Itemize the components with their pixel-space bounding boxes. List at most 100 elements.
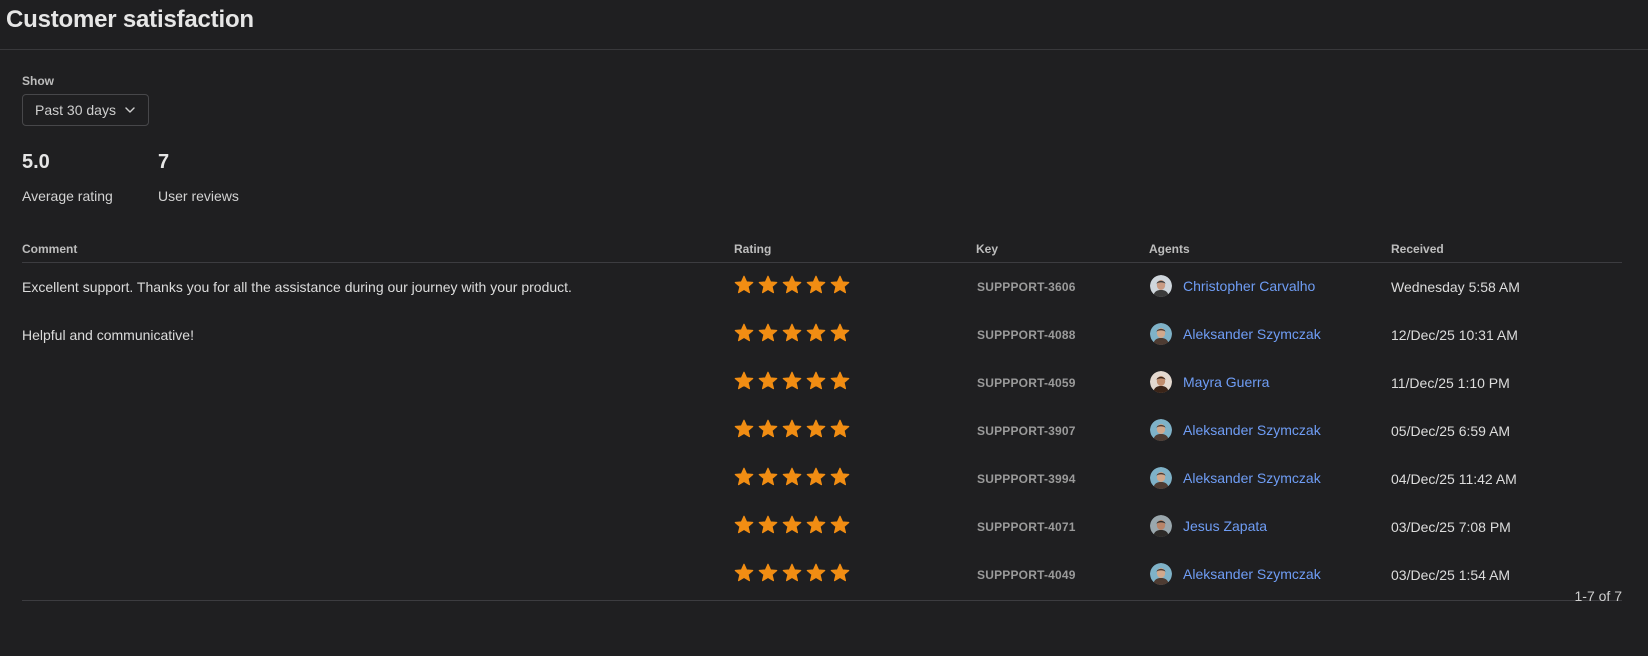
column-header-agents[interactable]: Agents	[1149, 242, 1190, 256]
avatar	[1150, 467, 1172, 489]
table-row[interactable]: SUPPPORT-4059 Mayra Guerra 11/Dec/25 1:10 …	[22, 359, 1622, 407]
star-icon	[782, 467, 802, 486]
table-footer-divider	[22, 600, 1622, 601]
agent-cell: Christopher Carvalho	[1150, 275, 1315, 297]
star-icon	[782, 563, 802, 582]
issue-key: SUPPPORT-4071	[977, 520, 1076, 534]
pagination-label: 1-7 of 7	[1574, 588, 1622, 604]
star-icon	[782, 419, 802, 438]
avatar	[1150, 563, 1172, 585]
user-reviews-metric: 7 User reviews	[158, 148, 239, 204]
star-icon	[782, 371, 802, 390]
table-row[interactable]: SUPPPORT-4071 Jesus Zapata 03/Dec/25 7:08 …	[22, 503, 1622, 551]
received-cell: 05/Dec/25 6:59 AM	[1391, 423, 1511, 439]
received-cell: 12/Dec/25 10:31 AM	[1391, 327, 1518, 343]
chevron-down-icon	[125, 107, 135, 113]
avatar	[1150, 275, 1172, 297]
star-icon	[830, 371, 850, 390]
issue-key: SUPPPORT-3994	[977, 472, 1076, 486]
star-icon	[806, 419, 826, 438]
column-header-comment[interactable]: Comment	[22, 242, 77, 256]
star-icon	[830, 275, 850, 294]
table-row[interactable]: SUPPPORT-4049 Aleksander Szymczak 03/Dec/2…	[22, 551, 1622, 599]
avatar	[1150, 515, 1172, 537]
star-icon	[806, 467, 826, 486]
agent-link[interactable]: Aleksander Szymczak	[1183, 326, 1321, 342]
star-icon	[758, 419, 778, 438]
average-rating-value: 5.0	[22, 151, 50, 173]
star-icon	[734, 563, 754, 582]
agent-link[interactable]: Aleksander Szymczak	[1183, 422, 1321, 438]
user-reviews-label: User reviews	[158, 188, 239, 204]
agent-cell: Jesus Zapata	[1150, 515, 1267, 537]
agent-link[interactable]: Mayra Guerra	[1183, 374, 1269, 390]
table-row[interactable]: Excellent support. Thanks you for all th…	[22, 263, 1622, 311]
star-icon	[806, 323, 826, 342]
star-icon	[734, 419, 754, 438]
agent-cell: Aleksander Szymczak	[1150, 323, 1321, 345]
star-icon	[830, 323, 850, 342]
star-icon	[806, 563, 826, 582]
column-header-key[interactable]: Key	[976, 242, 998, 256]
star-icon	[758, 515, 778, 534]
period-filter-value: Past 30 days	[35, 102, 116, 118]
column-header-rating[interactable]: Rating	[734, 242, 771, 256]
agent-link[interactable]: Jesus Zapata	[1183, 518, 1267, 534]
agent-link[interactable]: Aleksander Szymczak	[1183, 566, 1321, 582]
rating-cell	[734, 467, 850, 487]
star-icon	[806, 515, 826, 534]
issue-key: SUPPPORT-4059	[977, 376, 1076, 390]
received-cell: 03/Dec/25 1:54 AM	[1391, 567, 1511, 583]
average-rating-label: Average rating	[22, 188, 113, 204]
page-title: Customer satisfaction	[6, 6, 254, 33]
agent-cell: Mayra Guerra	[1150, 371, 1269, 393]
period-filter-dropdown[interactable]: Past 30 days	[22, 94, 149, 126]
star-icon	[782, 323, 802, 342]
star-icon	[806, 371, 826, 390]
star-icon	[830, 563, 850, 582]
star-icon	[734, 467, 754, 486]
comment-cell: Excellent support. Thanks you for all th…	[22, 279, 572, 295]
star-icon	[758, 563, 778, 582]
avatar	[1150, 323, 1172, 345]
rating-cell	[734, 371, 850, 391]
issue-key: SUPPPORT-3606	[977, 280, 1076, 294]
table-row[interactable]: SUPPPORT-3994 Aleksander Szymczak 04/Dec/2…	[22, 455, 1622, 503]
star-icon	[830, 515, 850, 534]
issue-key: SUPPPORT-3907	[977, 424, 1076, 438]
column-header-received[interactable]: Received	[1391, 242, 1444, 256]
star-icon	[734, 371, 754, 390]
issue-key: SUPPPORT-4049	[977, 568, 1076, 582]
received-cell: Wednesday 5:58 AM	[1391, 279, 1520, 295]
average-rating-metric: 5.0 Average rating	[22, 148, 113, 204]
received-cell: 11/Dec/25 1:10 PM	[1391, 375, 1510, 391]
star-icon	[782, 515, 802, 534]
star-icon	[830, 419, 850, 438]
avatar	[1150, 419, 1172, 441]
issue-key: SUPPPORT-4088	[977, 328, 1076, 342]
star-icon	[758, 323, 778, 342]
table-row[interactable]: SUPPPORT-3907 Aleksander Szymczak 05/Dec/2…	[22, 407, 1622, 455]
agent-link[interactable]: Aleksander Szymczak	[1183, 470, 1321, 486]
agent-link[interactable]: Christopher Carvalho	[1183, 278, 1315, 294]
agent-cell: Aleksander Szymczak	[1150, 419, 1321, 441]
rating-cell	[734, 419, 850, 439]
star-icon	[734, 515, 754, 534]
comment-cell: Helpful and communicative!	[22, 327, 194, 343]
agent-cell: Aleksander Szymczak	[1150, 467, 1321, 489]
rating-cell	[734, 275, 850, 295]
rating-cell	[734, 323, 850, 343]
star-icon	[758, 371, 778, 390]
table-row[interactable]: Helpful and communicative! SUPPPORT-4088 A…	[22, 311, 1622, 359]
star-icon	[734, 275, 754, 294]
star-icon	[758, 467, 778, 486]
agent-cell: Aleksander Szymczak	[1150, 563, 1321, 585]
star-icon	[758, 275, 778, 294]
received-cell: 04/Dec/25 11:42 AM	[1391, 471, 1517, 487]
star-icon	[830, 467, 850, 486]
star-icon	[734, 323, 754, 342]
star-icon	[806, 275, 826, 294]
satisfaction-table: Comment Rating Key Agents Received Excel…	[22, 238, 1622, 599]
user-reviews-value: 7	[158, 151, 170, 173]
period-filter-label: Show	[22, 74, 54, 88]
